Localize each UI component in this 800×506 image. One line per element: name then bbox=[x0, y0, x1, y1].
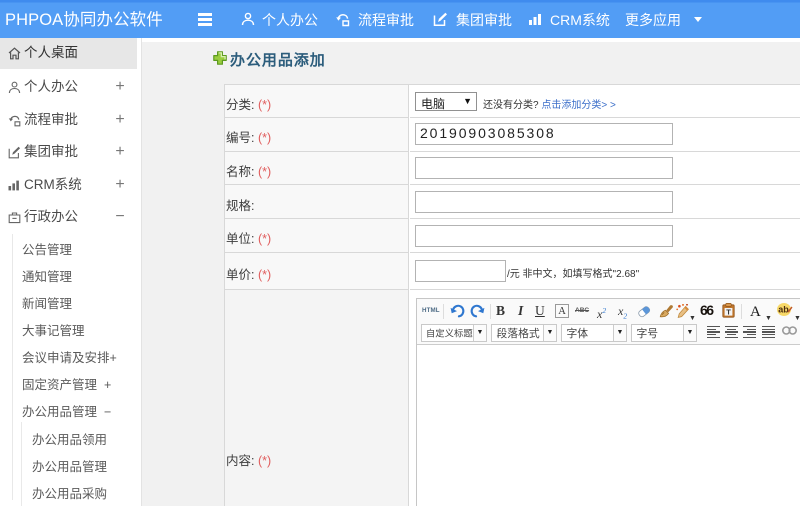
svg-text:T: T bbox=[726, 308, 731, 317]
svg-text:ab: ab bbox=[778, 305, 789, 315]
